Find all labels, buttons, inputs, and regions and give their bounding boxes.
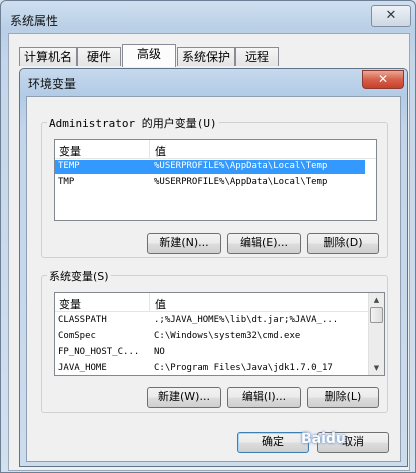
close-icon[interactable]: ✕ [362, 70, 404, 89]
vertical-scrollbar[interactable]: ▲ ▼ [368, 293, 384, 375]
user-variable-row-tmp[interactable]: TMP %USERPROFILE%\AppData\Local\Temp [55, 176, 365, 190]
column-header-variable[interactable]: 变量 [59, 296, 81, 312]
dialog-title: 环境变量 [28, 77, 77, 91]
system-variables-list[interactable]: 变量 值 CLASSPATH .;%JAVA_HOME%\lib\dt.jar;… [54, 292, 385, 376]
scroll-up-arrow-icon[interactable]: ▲ [369, 293, 384, 307]
user-variables-label: Administrator 的用户变量(U) [47, 115, 219, 131]
user-delete-button[interactable]: 删除(D) [307, 233, 379, 254]
tab-advanced[interactable]: 高级 [122, 44, 176, 67]
variable-name: TEMP [58, 161, 80, 171]
tab-hardware[interactable]: 硬件 [77, 47, 121, 66]
system-new-button[interactable]: 新建(W)... [147, 387, 221, 408]
user-new-button[interactable]: 新建(N)... [147, 233, 221, 254]
close-icon[interactable]: ✕ [371, 5, 411, 27]
variable-value: %USERPROFILE%\AppData\Local\Temp [154, 177, 328, 187]
variable-name: FP_NO_HOST_C... [58, 347, 140, 357]
scroll-thumb[interactable] [370, 307, 383, 323]
baidu-watermark: Baidu [301, 431, 346, 447]
column-header-variable[interactable]: 变量 [59, 143, 81, 159]
system-variable-row-fp-no-host[interactable]: FP_NO_HOST_C... NO [55, 346, 367, 360]
system-delete-button[interactable]: 删除(L) [307, 387, 379, 408]
variable-value: .;%JAVA_HOME%\lib\dt.jar;%JAVA_... [154, 315, 339, 325]
variable-value: C:\Program Files\Java\jdk1.7.0_17 [154, 363, 333, 373]
system-variable-row-java-home[interactable]: JAVA_HOME C:\Program Files\Java\jdk1.7.0… [55, 362, 367, 375]
user-variables-list[interactable]: 变量 值 TEMP %USERPROFILE%\AppData\Local\Te… [54, 139, 377, 221]
column-header-value[interactable]: 值 [155, 143, 166, 159]
variable-name: ComSpec [58, 331, 96, 341]
environment-variables-dialog: 环境变量 ✕ Administrator 的用户变量(U) 变量 值 TEMP … [19, 68, 408, 467]
variable-name: TMP [58, 177, 75, 187]
variable-name: JAVA_HOME [58, 363, 107, 373]
column-header-value[interactable]: 值 [155, 296, 166, 312]
user-edit-button[interactable]: 编辑(E)... [227, 233, 301, 254]
system-edit-button[interactable]: 编辑(I)... [227, 387, 301, 408]
variable-name: CLASSPATH [58, 315, 107, 325]
user-variable-row-temp[interactable]: TEMP %USERPROFILE%\AppData\Local\Temp [55, 160, 365, 174]
list-header: 变量 值 [55, 140, 376, 159]
tab-system-protection[interactable]: 系统保护 [177, 47, 235, 66]
window-title: 系统属性 [10, 14, 59, 28]
system-variable-row-classpath[interactable]: CLASSPATH .;%JAVA_HOME%\lib\dt.jar;%JAVA… [55, 314, 367, 328]
variable-value: NO [154, 347, 165, 357]
dialog-client-area: Administrator 的用户变量(U) 变量 值 TEMP %USERPR… [26, 96, 401, 462]
ok-button[interactable]: 确定 [237, 432, 309, 453]
system-properties-window: 系统属性 ✕ 计算机名 硬件 高级 系统保护 远程 环境变量 ✕ Adminis… [0, 0, 416, 473]
tab-remote[interactable]: 远程 [235, 47, 279, 66]
system-variable-row-comspec[interactable]: ComSpec C:\Windows\system32\cmd.exe [55, 330, 367, 344]
tab-computer-name[interactable]: 计算机名 [19, 47, 77, 66]
variable-value: C:\Windows\system32\cmd.exe [154, 331, 301, 341]
system-variables-label: 系统变量(S) [47, 268, 111, 284]
variable-value: %USERPROFILE%\AppData\Local\Temp [154, 161, 328, 171]
list-header: 变量 值 [55, 293, 369, 312]
scroll-down-arrow-icon[interactable]: ▼ [369, 361, 384, 375]
